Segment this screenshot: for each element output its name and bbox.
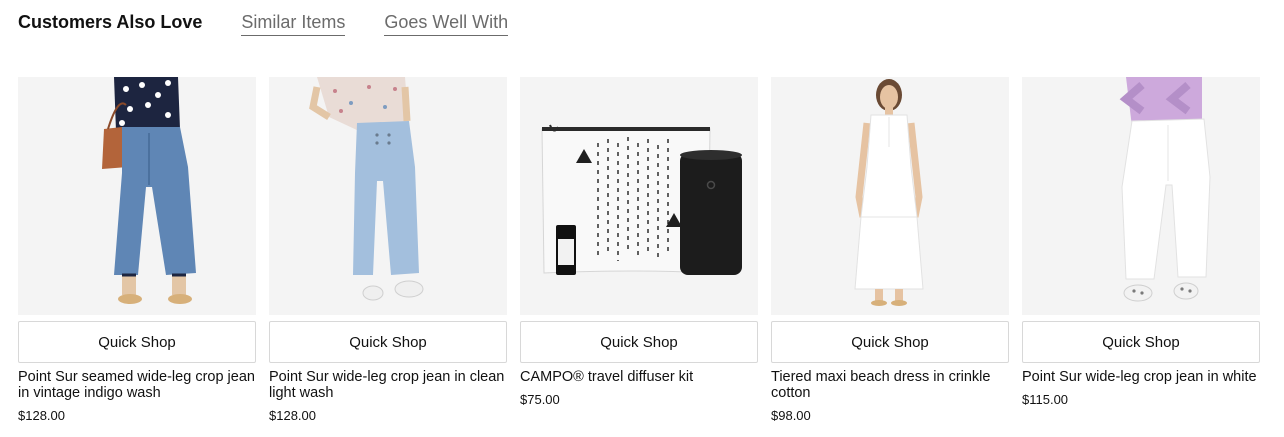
tab-customers-also-love[interactable]: Customers Also Love [18, 10, 202, 34]
recommendation-tabs: Customers Also Love Similar Items Goes W… [18, 10, 509, 38]
product-card: Quick Shop Point Sur seamed wide-leg cro… [18, 77, 256, 424]
product-card: Quick Shop Point Sur wide-leg crop jean … [269, 77, 507, 424]
quick-shop-button[interactable]: Quick Shop [18, 321, 256, 363]
quick-shop-button[interactable]: Quick Shop [520, 321, 758, 363]
product-image[interactable] [269, 77, 507, 315]
product-image[interactable] [771, 77, 1009, 315]
product-price: $75.00 [520, 392, 560, 407]
quick-shop-button[interactable]: Quick Shop [771, 321, 1009, 363]
product-name[interactable]: Point Sur wide-leg crop jean in clean li… [269, 369, 507, 401]
product-name[interactable]: Tiered maxi beach dress in crinkle cotto… [771, 369, 1009, 401]
product-image[interactable] [520, 77, 758, 315]
product-name[interactable]: Point Sur wide-leg crop jean in white [1022, 369, 1260, 385]
product-card: Quick Shop Tiered maxi beach dress in cr… [771, 77, 1009, 424]
product-card: Quick Shop CAMPO® travel diffuser kit $7… [520, 77, 758, 424]
quick-shop-button[interactable]: Quick Shop [269, 321, 507, 363]
product-price: $128.00 [18, 408, 65, 423]
product-price: $115.00 [1022, 392, 1069, 407]
product-price: $128.00 [269, 408, 316, 423]
product-carousel: Quick Shop Point Sur seamed wide-leg cro… [18, 77, 1260, 424]
tab-goes-well-with[interactable]: Goes Well With [384, 10, 509, 36]
recommendations-section: Customers Also Love Similar Items Goes W… [0, 0, 1284, 437]
product-name[interactable]: CAMPO® travel diffuser kit [520, 369, 758, 385]
product-price: $98.00 [771, 408, 811, 423]
product-image[interactable] [1022, 77, 1260, 315]
tab-similar-items[interactable]: Similar Items [241, 10, 346, 36]
product-image[interactable] [18, 77, 256, 315]
product-card: Quick Shop Point Sur wide-leg crop jean … [1022, 77, 1260, 424]
quick-shop-button[interactable]: Quick Shop [1022, 321, 1260, 363]
product-name[interactable]: Point Sur seamed wide-leg crop jean in v… [18, 369, 256, 401]
